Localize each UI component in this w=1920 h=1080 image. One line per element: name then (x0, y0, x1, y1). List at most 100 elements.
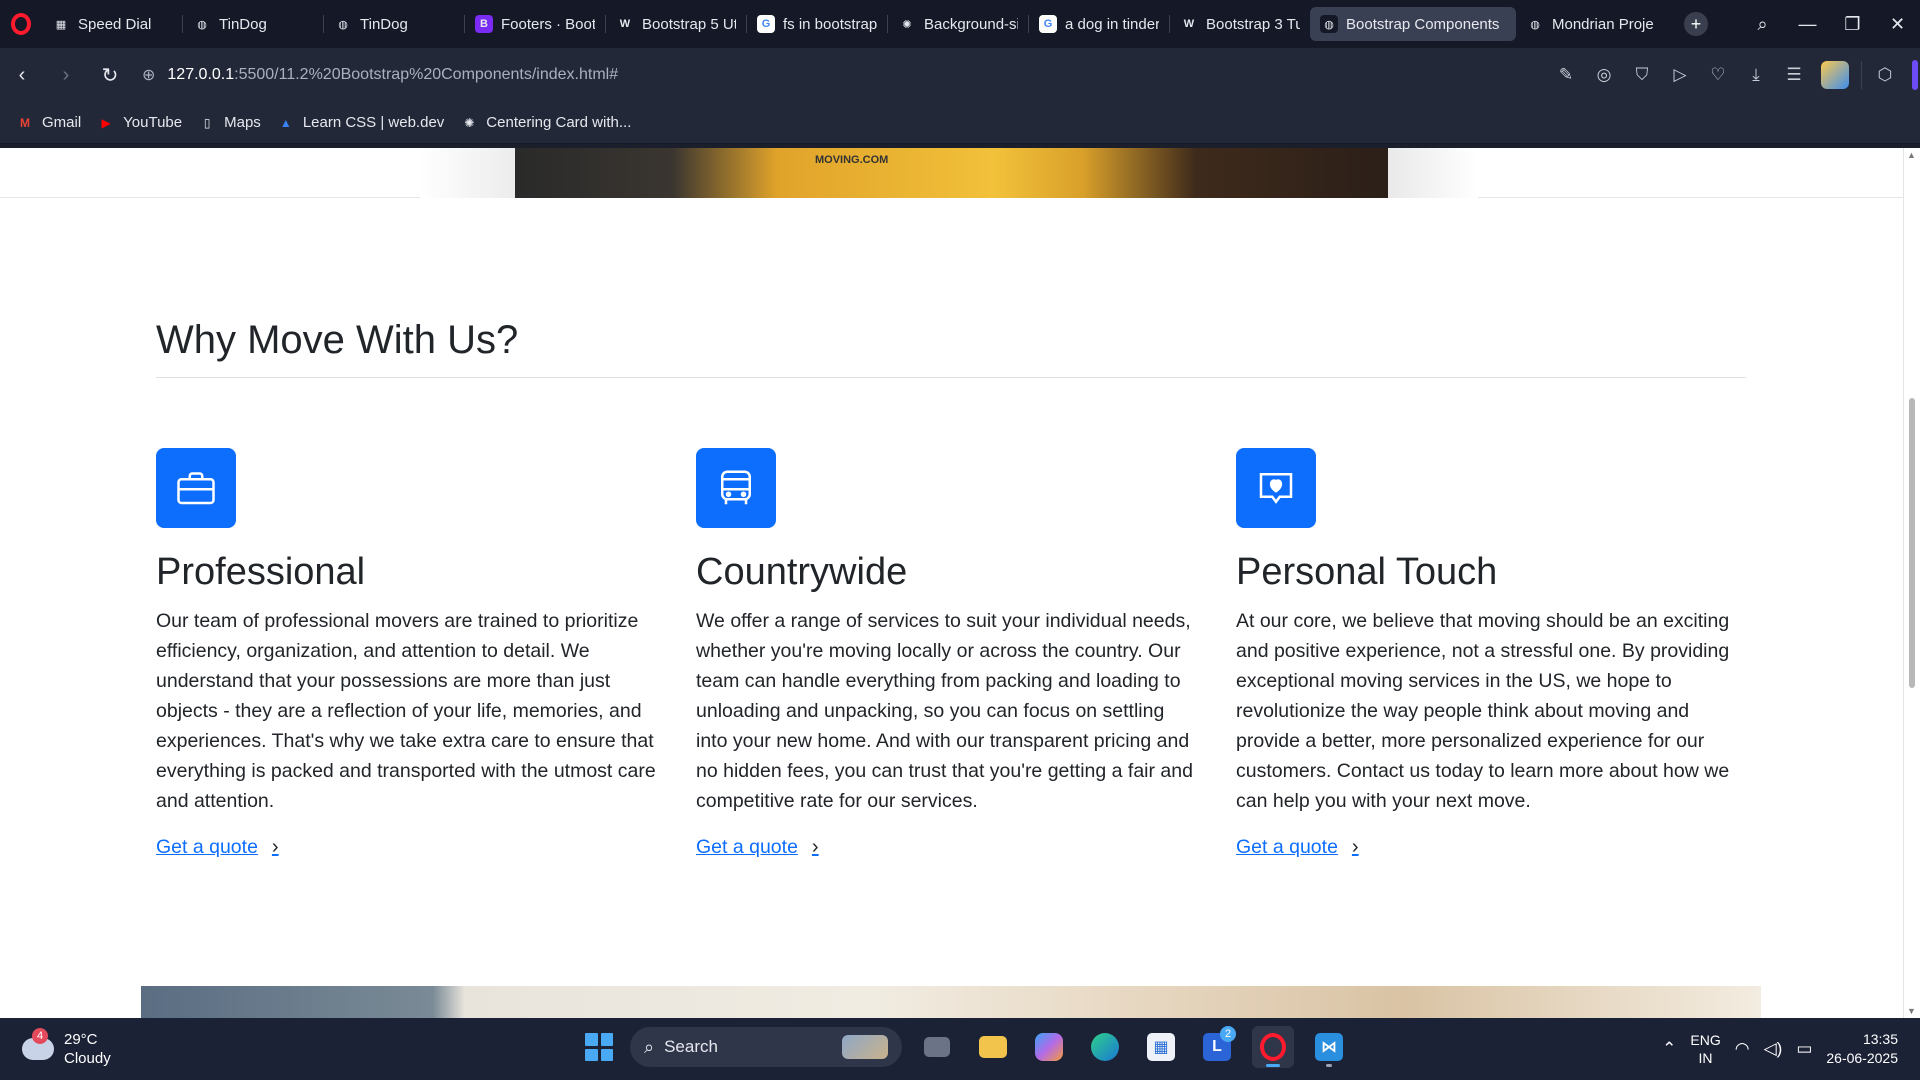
battery-icon[interactable]: ▭ (1796, 1039, 1812, 1059)
tab-label: Bootstrap 3 Tut (1206, 15, 1300, 33)
toolbar-actions: ✎ ◎ ⛉ ▷ ♡ ⤓ ☰ ⬡ (1547, 48, 1920, 102)
globe-icon: ◍ (1320, 15, 1338, 33)
tab-label: Footers · Bootst (501, 15, 595, 33)
file-explorer-icon[interactable] (972, 1026, 1014, 1068)
tab[interactable]: ✺ Background-siz (888, 7, 1028, 41)
tab[interactable]: W Bootstrap 3 Tut (1170, 7, 1310, 41)
feature-professional: Professional Our team of professional mo… (156, 448, 661, 859)
tab-label: a dog in tinder (1065, 15, 1159, 33)
taskbar-search[interactable]: ⌕ Search (630, 1027, 902, 1067)
section-title: Why Move With Us? (156, 318, 519, 362)
opera-menu-icon[interactable] (0, 0, 42, 48)
edit-icon[interactable]: ✎ (1547, 55, 1585, 95)
get-quote-link[interactable]: Get a quote › (156, 836, 279, 859)
tab[interactable]: ▦ Speed Dial (42, 7, 182, 41)
new-tab-button[interactable]: + (1684, 12, 1708, 36)
search-highlight-image (842, 1035, 888, 1059)
globe-icon: ◍ (193, 15, 211, 33)
extensions-icon[interactable]: ⬡ (1866, 55, 1904, 95)
tab[interactable]: Gfs in bootstrap r (747, 7, 887, 41)
w3schools-icon: W (616, 15, 634, 33)
language-indicator[interactable]: ENG IN (1690, 1031, 1720, 1067)
sidebar-toggle[interactable] (1912, 60, 1918, 90)
scroll-down-icon[interactable]: ▼ (1907, 1006, 1916, 1016)
vscode-icon[interactable]: ⋈ (1308, 1026, 1350, 1068)
scroll-up-icon[interactable]: ▲ (1907, 150, 1916, 160)
close-window-button[interactable]: ✕ (1875, 0, 1920, 48)
profile-avatar[interactable] (1821, 61, 1849, 89)
tab[interactable]: ◍ TinDog (324, 7, 464, 41)
search-icon: ⌕ (644, 1036, 655, 1057)
task-view-icon[interactable] (916, 1026, 958, 1068)
player-icon[interactable]: ▷ (1661, 55, 1699, 95)
toolbar-divider (1861, 61, 1862, 89)
taskbar: 4 29°C Cloudy ⌕ Search ▦ L2 ⋈ ⌃ ENG IN ◠… (0, 1018, 1920, 1080)
tab-label: TinDog (219, 15, 267, 33)
weather-badge: 4 (32, 1028, 48, 1044)
chevron-right-icon: › (811, 835, 819, 858)
back-button[interactable]: ‹ (0, 55, 44, 95)
forward-button[interactable]: › (44, 55, 88, 95)
windows-start-icon[interactable] (582, 1030, 616, 1064)
tab[interactable]: Ga dog in tinder (1029, 7, 1169, 41)
briefcase-icon (156, 448, 236, 528)
shield-icon[interactable]: ⛉ (1623, 55, 1661, 95)
bookmark-item[interactable]: ✺ Centering Card with... (460, 114, 631, 131)
download-icon[interactable]: ⤓ (1737, 55, 1775, 95)
tab-label: TinDog (360, 15, 408, 33)
bookmark-item[interactable]: M Gmail (16, 114, 81, 131)
bookmark-item[interactable]: ▯ Maps (198, 114, 261, 131)
volume-icon[interactable]: ◁) (1764, 1039, 1783, 1059)
system-tray: ⌃ ENG IN ◠ ◁) ▭ 13:35 26-06-2025 (1662, 1018, 1920, 1080)
page-scrollbar[interactable]: ▲ ▼ (1903, 148, 1920, 1018)
chevron-up-icon[interactable]: ⌃ (1662, 1039, 1676, 1059)
bookmark-item[interactable]: ▶ YouTube (97, 114, 183, 131)
feature-text: At our core, we believe that moving shou… (1236, 609, 1730, 812)
tab[interactable]: ◍ Mondrian Proje (1516, 7, 1676, 41)
bookmark-label: Learn CSS | web.dev (302, 114, 445, 131)
openai-icon: ✺ (898, 15, 916, 33)
tab-label: Mondrian Proje (1552, 15, 1654, 33)
bus-icon (696, 448, 776, 528)
date: 26-06-2025 (1826, 1050, 1898, 1066)
google-icon: G (1039, 15, 1057, 33)
tab[interactable]: ◍ TinDog (183, 7, 323, 41)
copilot-icon[interactable] (1028, 1026, 1070, 1068)
feature-title: Countrywide (696, 551, 908, 593)
site-info-icon[interactable]: ⊕ (142, 65, 155, 85)
heart-icon[interactable]: ♡ (1699, 55, 1737, 95)
microsoft-store-icon[interactable]: ▦ (1140, 1026, 1182, 1068)
hero-sign-text: MOVING.COM (815, 154, 889, 166)
opera-taskbar-icon[interactable] (1252, 1026, 1294, 1068)
minimize-button[interactable]: — (1785, 0, 1830, 48)
bookmark-item[interactable]: ▲ Learn CSS | web.dev (277, 114, 444, 131)
tab[interactable]: W Bootstrap 5 Uti (606, 7, 746, 41)
title-divider (156, 377, 1746, 378)
chat-heart-icon (1236, 448, 1316, 528)
weather-widget[interactable]: 4 29°C Cloudy (22, 1028, 111, 1068)
reload-button[interactable]: ↻ (88, 55, 132, 95)
bookmark-label: Maps (224, 114, 261, 131)
taskbar-apps: ⌕ Search ▦ L2 ⋈ (582, 1026, 1350, 1068)
scrollbar-thumb[interactable] (1909, 398, 1915, 688)
tab[interactable]: B Footers · Bootst (465, 7, 605, 41)
hero-fade-right (1388, 148, 1478, 198)
clock[interactable]: 13:35 26-06-2025 (1826, 1030, 1898, 1068)
edge-icon[interactable] (1084, 1026, 1126, 1068)
camera-icon[interactable]: ◎ (1585, 55, 1623, 95)
tab-label: Bootstrap 5 Uti (642, 15, 736, 33)
get-quote-link[interactable]: Get a quote › (1236, 836, 1359, 859)
bootstrap-icon: B (475, 15, 493, 33)
restore-button[interactable]: ❐ (1830, 0, 1875, 48)
google-icon: G (757, 15, 775, 33)
tab[interactable]: ◍ Bootstrap Components (1310, 7, 1516, 41)
feature-personal-touch: Personal Touch At our core, we believe t… (1236, 448, 1741, 859)
get-quote-link[interactable]: Get a quote › (696, 836, 819, 859)
easy-setup-icon[interactable]: ☰ (1775, 55, 1813, 95)
wifi-icon[interactable]: ◠ (1735, 1039, 1750, 1059)
url-field[interactable]: ⊕ 127.0.0.1:5500/11.2%20Bootstrap%20Comp… (142, 65, 618, 85)
bookmarks-bar: M Gmail ▶ YouTube ▯ Maps ▲ Learn CSS | web.dev ✺… (0, 102, 1920, 144)
hero-fade-left (420, 148, 515, 198)
teams-icon[interactable]: L2 (1196, 1026, 1238, 1068)
search-tabs-icon[interactable]: ⌕ (1740, 0, 1785, 48)
